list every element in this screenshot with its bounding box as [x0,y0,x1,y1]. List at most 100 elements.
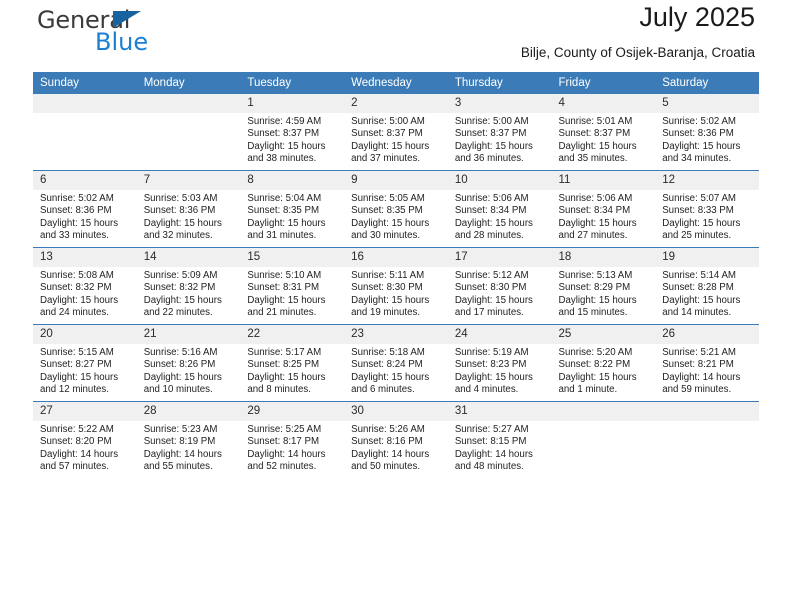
calendar-day-cell[interactable]: 29 Sunrise: 5:25 AM Sunset: 8:17 PM Dayligh… [240,401,345,478]
calendar-page: General Blue July 2025 Bilje, County of … [0,0,792,612]
calendar-day-cell[interactable]: 31 Sunrise: 5:27 AM Sunset: 8:15 PM Dayligh… [447,401,552,478]
weekday-header-saturday: Saturday [655,72,759,94]
sunset-text: Sunset: 8:31 PM [247,282,320,294]
sunrise-text: Sunrise: 5:16 AM [143,347,218,358]
sunset-text: Sunset: 8:34 PM [558,205,631,217]
daylight-text-line1: Daylight: 15 hours [558,140,637,152]
sunrise-sunset-calendar: Sunday Monday Tuesday Wednesday Thursday… [33,72,759,478]
calendar-cell-empty [33,94,137,171]
daylight-text-line1: Daylight: 15 hours [662,140,741,152]
sunset-text: Sunset: 8:28 PM [662,282,734,294]
sunset-text: Sunset: 8:16 PM [351,436,423,448]
day-number: 20 [33,325,137,344]
daylight-text-line2: and 55 minutes. [143,460,213,472]
sunrise-text: Sunrise: 5:17 AM [247,347,322,358]
day-number: 31 [447,402,552,421]
day-details: Sunrise: 5:18 AM Sunset: 8:24 PM Daylight:… [344,344,448,396]
daylight-text-line1: Daylight: 14 hours [454,448,533,460]
sunset-text: Sunset: 8:19 PM [143,436,216,448]
day-number: 14 [136,248,241,267]
calendar-day-cell[interactable]: 11 Sunrise: 5:06 AM Sunset: 8:34 PM Dayligh… [551,170,656,248]
sunrise-text: Sunrise: 5:27 AM [454,424,529,435]
calendar-day-cell[interactable]: 12 Sunrise: 5:07 AM Sunset: 8:33 PM Dayligh… [655,170,759,248]
calendar-day-cell[interactable]: 4 Sunrise: 5:01 AM Sunset: 8:37 PM Daylight… [551,94,656,171]
day-number: 3 [447,94,552,113]
daylight-text-line2: and 31 minutes. [247,229,317,241]
calendar-day-cell[interactable]: 23 Sunrise: 5:18 AM Sunset: 8:24 PM Dayligh… [344,324,448,402]
day-details: Sunrise: 5:02 AM Sunset: 8:36 PM Daylight:… [655,113,759,165]
weekday-header-wednesday: Wednesday [344,72,448,94]
sunrise-text: Sunrise: 5:12 AM [454,270,529,281]
day-details: Sunrise: 5:01 AM Sunset: 8:37 PM Daylight:… [552,113,656,165]
calendar-day-cell[interactable]: 30 Sunrise: 5:26 AM Sunset: 8:16 PM Dayligh… [344,401,448,478]
calendar-day-cell[interactable]: 19 Sunrise: 5:14 AM Sunset: 8:28 PM Dayligh… [655,247,759,325]
day-details: Sunrise: 5:14 AM Sunset: 8:28 PM Daylight:… [655,267,759,319]
daylight-text-line1: Daylight: 15 hours [351,140,430,152]
calendar-day-cell[interactable]: 14 Sunrise: 5:09 AM Sunset: 8:32 PM Dayligh… [136,247,241,325]
weekday-header-row: Sunday Monday Tuesday Wednesday Thursday… [33,72,759,94]
sunset-text: Sunset: 8:37 PM [351,128,423,140]
calendar-day-cell[interactable]: 7 Sunrise: 5:03 AM Sunset: 8:36 PM Daylight… [136,170,241,248]
sunrise-text: Sunrise: 5:26 AM [351,424,425,435]
daylight-text-line1: Daylight: 15 hours [454,217,533,229]
weekday-header-thursday: Thursday [447,72,552,94]
calendar-day-cell[interactable]: 25 Sunrise: 5:20 AM Sunset: 8:22 PM Dayligh… [551,324,656,402]
daylight-text-line2: and 6 minutes. [351,383,415,395]
calendar-day-cell[interactable]: 15 Sunrise: 5:10 AM Sunset: 8:31 PM Dayligh… [240,247,345,325]
calendar-day-cell[interactable]: 10 Sunrise: 5:06 AM Sunset: 8:34 PM Dayligh… [447,170,552,248]
weekday-header-monday: Monday [136,72,241,94]
daylight-text-line1: Daylight: 15 hours [247,371,326,383]
sunrise-text: Sunrise: 5:18 AM [351,347,425,358]
sunset-text: Sunset: 8:33 PM [662,205,734,217]
daylight-text-line2: and 37 minutes. [351,152,421,164]
daylight-text-line1: Daylight: 15 hours [40,217,119,229]
calendar-day-cell[interactable]: 21 Sunrise: 5:16 AM Sunset: 8:26 PM Dayligh… [136,324,241,402]
day-number: 2 [344,94,448,113]
calendar-day-cell[interactable]: 24 Sunrise: 5:19 AM Sunset: 8:23 PM Dayligh… [447,324,552,402]
day-details: Sunrise: 5:26 AM Sunset: 8:16 PM Daylight:… [344,421,448,473]
calendar-day-cell[interactable]: 1 Sunrise: 4:59 AM Sunset: 8:37 PM Daylight… [240,94,345,171]
calendar-week-row: 13 Sunrise: 5:08 AM Sunset: 8:32 PM Dayligh… [33,247,759,325]
calendar-day-cell[interactable]: 17 Sunrise: 5:12 AM Sunset: 8:30 PM Dayligh… [447,247,552,325]
calendar-day-cell[interactable]: 18 Sunrise: 5:13 AM Sunset: 8:29 PM Dayligh… [551,247,656,325]
day-details: Sunrise: 5:21 AM Sunset: 8:21 PM Daylight:… [655,344,759,396]
daylight-text-line1: Daylight: 14 hours [351,448,430,460]
calendar-day-cell[interactable]: 28 Sunrise: 5:23 AM Sunset: 8:19 PM Dayligh… [136,401,241,478]
sunrise-text: Sunrise: 5:08 AM [40,270,114,281]
calendar-day-cell[interactable]: 6 Sunrise: 5:02 AM Sunset: 8:36 PM Daylight… [33,170,137,248]
calendar-day-cell[interactable]: 9 Sunrise: 5:05 AM Sunset: 8:35 PM Daylight… [344,170,448,248]
daylight-text-line2: and 1 minute. [558,383,618,395]
sunset-text: Sunset: 8:20 PM [40,436,112,448]
day-number: 12 [655,171,759,190]
calendar-day-cell[interactable]: 26 Sunrise: 5:21 AM Sunset: 8:21 PM Dayligh… [655,324,759,402]
daylight-text-line2: and 33 minutes. [40,229,109,241]
day-details: Sunrise: 5:23 AM Sunset: 8:19 PM Daylight:… [137,421,241,473]
sunset-text: Sunset: 8:32 PM [143,282,216,294]
daylight-text-line1: Daylight: 14 hours [40,448,119,460]
day-details: Sunrise: 5:09 AM Sunset: 8:32 PM Daylight:… [137,267,241,319]
general-blue-logo[interactable]: General Blue [37,6,237,64]
calendar-body: 1 Sunrise: 4:59 AM Sunset: 8:37 PM Daylight… [33,94,759,478]
calendar-cell-empty [551,401,656,478]
day-number: 11 [551,171,656,190]
calendar-day-cell[interactable]: 27 Sunrise: 5:22 AM Sunset: 8:20 PM Dayligh… [33,401,137,478]
sunset-text: Sunset: 8:22 PM [558,359,631,371]
calendar-day-cell[interactable]: 16 Sunrise: 5:11 AM Sunset: 8:30 PM Dayligh… [344,247,448,325]
sunset-text: Sunset: 8:37 PM [558,128,631,140]
calendar-day-cell[interactable]: 3 Sunrise: 5:00 AM Sunset: 8:37 PM Daylight… [447,94,552,171]
daylight-text-line2: and 27 minutes. [558,229,628,241]
daylight-text-line1: Daylight: 15 hours [247,294,326,306]
sunrise-text: Sunrise: 5:25 AM [247,424,322,435]
calendar-day-cell[interactable]: 8 Sunrise: 5:04 AM Sunset: 8:35 PM Daylight… [240,170,345,248]
weekday-header-tuesday: Tuesday [240,72,345,94]
sunrise-text: Sunrise: 5:06 AM [454,193,529,204]
sunrise-text: Sunrise: 5:04 AM [247,193,322,204]
day-number: 23 [344,325,448,344]
calendar-day-cell[interactable]: 20 Sunrise: 5:15 AM Sunset: 8:27 PM Dayligh… [33,324,137,402]
calendar-day-cell[interactable]: 22 Sunrise: 5:17 AM Sunset: 8:25 PM Dayligh… [240,324,345,402]
calendar-day-cell[interactable]: 2 Sunrise: 5:00 AM Sunset: 8:37 PM Daylight… [344,94,448,171]
title-block: July 2025 Bilje, County of Osijek-Baranj… [521,0,755,64]
sunrise-text: Sunrise: 5:13 AM [558,270,633,281]
calendar-day-cell[interactable]: 13 Sunrise: 5:08 AM Sunset: 8:32 PM Dayligh… [33,247,137,325]
calendar-day-cell[interactable]: 5 Sunrise: 5:02 AM Sunset: 8:36 PM Daylight… [655,94,759,171]
